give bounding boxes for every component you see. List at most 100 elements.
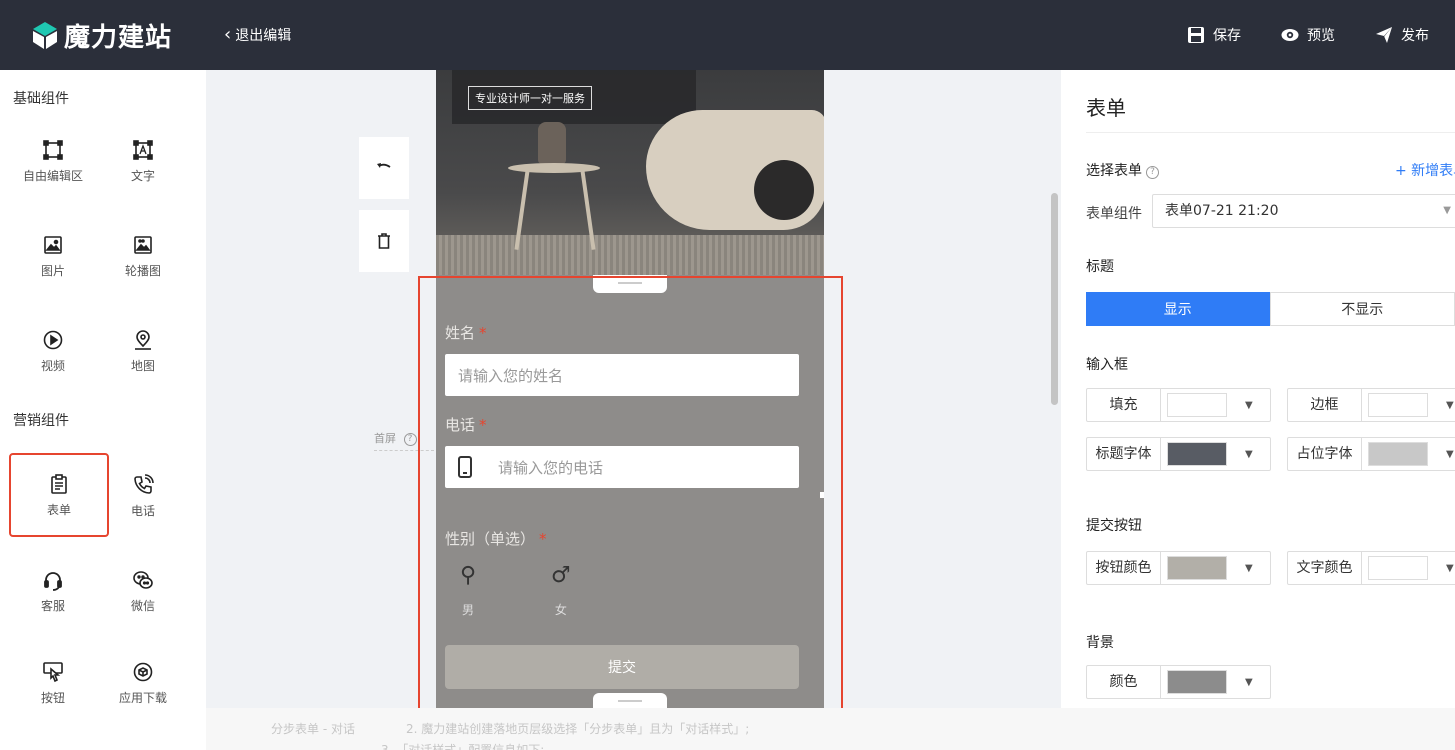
- trash-icon: [378, 233, 390, 249]
- image-icon: [44, 235, 62, 254]
- drag-handle-top[interactable]: [593, 275, 667, 293]
- brand-logo[interactable]: 魔力建站: [30, 17, 172, 54]
- app-download-icon: [133, 662, 153, 681]
- new-form-link[interactable]: + 新增表单: [1395, 160, 1455, 180]
- comp-wechat[interactable]: 微信: [98, 550, 188, 632]
- title-font-swatch: [1167, 442, 1227, 466]
- background-color-picker[interactable]: 颜色 ▼: [1086, 665, 1271, 699]
- comp-customer-service[interactable]: 客服: [8, 550, 98, 632]
- save-button[interactable]: 保存: [1187, 25, 1241, 45]
- publish-button[interactable]: 发布: [1375, 25, 1429, 45]
- submit-button[interactable]: 提交: [445, 645, 799, 689]
- first-screen-label: 首屏: [374, 432, 396, 445]
- basic-components-title: 基础组件: [13, 91, 69, 107]
- banner-tag: 专业设计师一对一服务: [468, 86, 592, 110]
- undo-icon: [377, 163, 391, 168]
- comp-label: 视频: [40, 358, 65, 373]
- undo-button[interactable]: [359, 137, 409, 199]
- caret-down-icon: ▼: [1245, 562, 1253, 574]
- chevron-left-icon: ‹: [224, 24, 232, 45]
- fill-color-picker[interactable]: 填充 ▼: [1086, 388, 1271, 422]
- text-color-picker[interactable]: 文字颜色 ▼: [1287, 551, 1455, 585]
- background-doc-strip: 分步表单 - 对话 2. 魔力建站创建落地页层级选择「分步表单」且为「对话样式」…: [206, 708, 1061, 750]
- comp-label: 表单: [46, 502, 71, 517]
- text-color-swatch: [1368, 556, 1428, 580]
- placeholder-font-color-picker[interactable]: 占位字体 ▼: [1287, 437, 1455, 471]
- caret-down-icon: ▼: [1245, 676, 1253, 688]
- caret-down-icon: ▼: [1446, 399, 1454, 411]
- comp-map[interactable]: 地图: [98, 310, 188, 392]
- help-icon[interactable]: ?: [403, 433, 417, 446]
- phone-input[interactable]: 请输入您的电话: [445, 446, 799, 488]
- title-show-option[interactable]: 显示: [1086, 292, 1270, 326]
- comp-image[interactable]: 图片: [8, 215, 98, 297]
- gender-option-female[interactable]: ♂ 女: [551, 565, 571, 618]
- comp-text[interactable]: 文字: [98, 120, 188, 202]
- headset-icon: [44, 571, 62, 591]
- exit-edit-label: 退出编辑: [235, 28, 292, 44]
- ghost-text: 3. 「对话样式」配置信息如下:: [381, 743, 545, 750]
- comp-form[interactable]: 表单: [9, 453, 109, 537]
- caret-down-icon: ▼: [1446, 448, 1454, 460]
- gender-option-male[interactable]: ⚲ 男: [460, 565, 476, 618]
- exit-edit-button[interactable]: ‹ 退出编辑: [224, 25, 291, 45]
- free-edit-icon: [43, 139, 63, 160]
- comp-label: 自由编辑区: [22, 168, 83, 183]
- delete-button[interactable]: [359, 210, 409, 272]
- comp-label: 文字: [130, 168, 155, 183]
- brand-name: 魔力建站: [64, 22, 173, 53]
- canvas-scrollbar[interactable]: [1051, 193, 1058, 405]
- comp-button[interactable]: 按钮: [8, 642, 98, 724]
- comp-label: 应用下载: [118, 690, 167, 705]
- caret-down-icon: ▼: [1446, 562, 1454, 574]
- preview-button[interactable]: 预览: [1281, 25, 1335, 45]
- paper-plane-icon: [1376, 27, 1392, 43]
- carousel-icon: [134, 235, 152, 254]
- first-screen-marker: 首屏 ?: [374, 430, 434, 451]
- top-bar: 魔力建站 ‹ 退出编辑 保存 预览 发布: [0, 0, 1455, 70]
- border-color-picker[interactable]: 边框 ▼: [1287, 388, 1455, 422]
- banner-image[interactable]: 专业设计师一对一服务: [436, 70, 824, 275]
- title-font-color-picker[interactable]: 标题字体 ▼: [1086, 437, 1271, 471]
- comp-phone[interactable]: 电话: [98, 455, 188, 537]
- rug-shape: [436, 235, 824, 275]
- comp-app-download[interactable]: 应用下载: [98, 642, 188, 724]
- vase-shape: [538, 122, 566, 164]
- help-icon[interactable]: ?: [1146, 166, 1159, 179]
- caret-down-icon: ▼: [1443, 205, 1451, 216]
- wechat-icon: [133, 570, 153, 589]
- placeholder-font-swatch: [1368, 442, 1428, 466]
- title-visibility-toggle: 显示 不显示: [1086, 292, 1455, 326]
- comp-carousel[interactable]: 轮播图: [98, 215, 188, 297]
- panel-title: 表单: [1086, 96, 1126, 120]
- phone-preview: 专业设计师一对一服务 姓名 * 请输入您的姓名 电话 * 请输入您的电话 性别（单选…: [436, 70, 824, 710]
- editor-canvas: 首屏 ? 专业设计师一对一服务 姓名 * 请输入您的姓名 电话 * 请输入您的电话: [206, 70, 1061, 710]
- title-section-label: 标题: [1086, 259, 1114, 275]
- comp-free-edit[interactable]: 自由编辑区: [8, 120, 98, 202]
- name-input[interactable]: 请输入您的姓名: [445, 354, 799, 396]
- ghost-text: 2. 魔力建站创建落地页层级选择「分步表单」且为「对话样式」;: [406, 722, 750, 736]
- name-placeholder: 请输入您的姓名: [458, 366, 564, 385]
- button-color-picker[interactable]: 按钮颜色 ▼: [1086, 551, 1271, 585]
- title-hide-option[interactable]: 不显示: [1269, 292, 1455, 326]
- eye-icon: [1281, 29, 1299, 41]
- marketing-components-title: 营销组件: [13, 413, 69, 429]
- text-icon: [133, 139, 153, 160]
- background-section-label: 背景: [1086, 635, 1114, 651]
- divider: [1086, 132, 1455, 133]
- form-component-select[interactable]: 表单07-21 21:20 ▼: [1152, 194, 1455, 228]
- picker-label: 占位字体: [1288, 438, 1362, 470]
- button-color-swatch: [1167, 556, 1227, 580]
- phone-field-label: 电话 *: [445, 416, 487, 434]
- comp-label: 图片: [40, 263, 65, 278]
- tap-button-icon: [43, 661, 63, 682]
- comp-label: 地图: [130, 358, 155, 373]
- stool-shape: [508, 163, 600, 173]
- resize-dot[interactable]: [820, 492, 824, 498]
- name-field-label: 姓名 *: [445, 324, 487, 342]
- comp-video[interactable]: 视频: [8, 310, 98, 392]
- save-label: 保存: [1213, 28, 1241, 44]
- properties-panel: 表单 选择表单? + 新增表单 表单组件 表单07-21 21:20 ▼ 标题 …: [1061, 70, 1455, 708]
- form-component[interactable]: 姓名 * 请输入您的姓名 电话 * 请输入您的电话 性别（单选） * ⚲ 男 ♂ 女 …: [436, 275, 824, 710]
- female-icon: ♂: [551, 563, 571, 588]
